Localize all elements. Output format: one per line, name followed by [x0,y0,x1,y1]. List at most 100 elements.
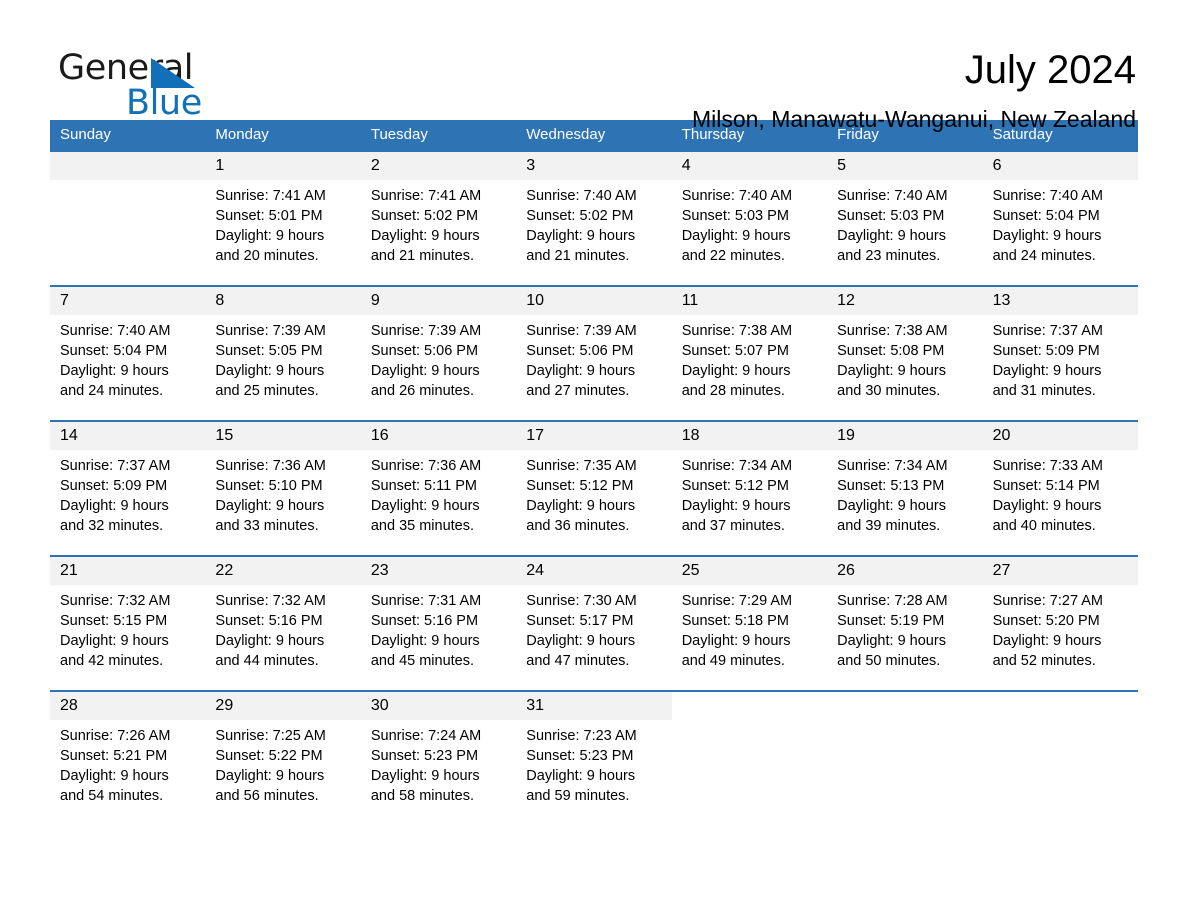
day-info: Sunrise: 7:31 AM Sunset: 5:16 PM Dayligh… [361,585,516,671]
day-info: Sunrise: 7:40 AM Sunset: 5:03 PM Dayligh… [672,180,827,266]
weekday-thursday: Thursday [681,126,745,143]
sunset-text: Sunset: 5:04 PM [60,343,168,359]
day-cell[interactable]: 29 Sunrise: 7:25 AM Sunset: 5:22 PM Dayl… [205,692,361,818]
sunrise-text: Sunrise: 7:31 AM [370,593,482,609]
day-cell[interactable]: 13 Sunrise: 7:37 AM Sunset: 5:09 PM Dayl… [982,287,1138,420]
day-cell [827,692,983,818]
day-cell[interactable]: 6 Sunrise: 7:40 AM Sunset: 5:04 PM Dayli… [982,152,1138,285]
day-cell[interactable]: 18 Sunrise: 7:34 AM Sunset: 5:12 PM Dayl… [671,422,828,555]
sunrise-text: Sunrise: 7:39 AM [215,323,326,339]
daylight-text-line2: and 27 minutes. [526,383,630,399]
daylight-text-line1: Daylight: 9 hours [681,498,791,514]
day-info: Sunrise: 7:37 AM Sunset: 5:09 PM Dayligh… [983,315,1138,401]
day-number: 12 [827,287,983,315]
day-cell[interactable]: 14 Sunrise: 7:37 AM Sunset: 5:09 PM Dayl… [50,422,206,555]
sunrise-text: Sunrise: 7:35 AM [526,458,637,474]
week-row: 14 Sunrise: 7:37 AM Sunset: 5:09 PM Dayl… [50,420,1138,555]
day-cell[interactable]: 11 Sunrise: 7:38 AM Sunset: 5:07 PM Dayl… [671,287,828,420]
day-info: Sunrise: 7:38 AM Sunset: 5:08 PM Dayligh… [827,315,982,401]
day-cell[interactable]: 5 Sunrise: 7:40 AM Sunset: 5:03 PM Dayli… [827,152,983,285]
sunrise-text: Sunrise: 7:25 AM [215,728,326,744]
sunset-text: Sunset: 5:18 PM [681,613,789,629]
daylight-text-line2: and 47 minutes. [526,653,630,669]
sunset-text: Sunset: 5:07 PM [681,343,789,359]
day-cell[interactable]: 26 Sunrise: 7:28 AM Sunset: 5:19 PM Dayl… [827,557,983,690]
day-cell[interactable]: 12 Sunrise: 7:38 AM Sunset: 5:08 PM Dayl… [827,287,983,420]
daylight-text-line2: and 25 minutes. [215,383,319,399]
sunset-text: Sunset: 5:14 PM [992,478,1100,494]
day-cell[interactable]: 3 Sunrise: 7:40 AM Sunset: 5:02 PM Dayli… [516,152,672,285]
day-cell[interactable]: 25 Sunrise: 7:29 AM Sunset: 5:18 PM Dayl… [671,557,828,690]
week-row: 21 Sunrise: 7:32 AM Sunset: 5:15 PM Dayl… [50,555,1138,690]
day-cell[interactable]: 9 Sunrise: 7:39 AM Sunset: 5:06 PM Dayli… [360,287,517,420]
day-number [827,692,983,720]
day-cell[interactable]: 4 Sunrise: 7:40 AM Sunset: 5:03 PM Dayli… [671,152,828,285]
sunrise-text: Sunrise: 7:40 AM [837,188,948,204]
day-number: 2 [360,152,517,180]
day-number: 14 [50,422,206,450]
sunset-text: Sunset: 5:06 PM [370,343,479,359]
sunset-text: Sunset: 5:19 PM [837,613,945,629]
day-cell[interactable]: 10 Sunrise: 7:39 AM Sunset: 5:06 PM Dayl… [516,287,672,420]
day-info: Sunrise: 7:39 AM Sunset: 5:06 PM Dayligh… [361,315,516,401]
general-blue-logo: General Blue [50,46,250,126]
day-info: Sunrise: 7:33 AM Sunset: 5:14 PM Dayligh… [983,450,1138,536]
day-info: Sunrise: 7:37 AM Sunset: 5:09 PM Dayligh… [50,450,205,536]
day-cell[interactable]: 2 Sunrise: 7:41 AM Sunset: 5:02 PM Dayli… [360,152,517,285]
weekday-wednesday: Wednesday [526,126,606,143]
daylight-text-line1: Daylight: 9 hours [215,768,325,784]
sunrise-text: Sunrise: 7:39 AM [526,323,637,339]
daylight-text-line1: Daylight: 9 hours [681,228,791,244]
sunset-text: Sunset: 5:16 PM [215,613,323,629]
day-number: 4 [671,152,828,180]
day-number: 27 [982,557,1138,585]
day-info: Sunrise: 7:34 AM Sunset: 5:12 PM Dayligh… [672,450,827,536]
day-cell[interactable]: 23 Sunrise: 7:31 AM Sunset: 5:16 PM Dayl… [360,557,517,690]
day-cell[interactable] [50,152,206,285]
day-cell[interactable]: 19 Sunrise: 7:34 AM Sunset: 5:13 PM Dayl… [827,422,983,555]
daylight-text-line2: and 32 minutes. [60,518,164,534]
sunset-text: Sunset: 5:17 PM [526,613,634,629]
day-cell[interactable]: 22 Sunrise: 7:32 AM Sunset: 5:16 PM Dayl… [205,557,361,690]
day-cell[interactable]: 15 Sunrise: 7:36 AM Sunset: 5:10 PM Dayl… [205,422,361,555]
day-cell[interactable]: 31 Sunrise: 7:23 AM Sunset: 5:23 PM Dayl… [516,692,672,818]
daylight-text-line2: and 31 minutes. [992,383,1096,399]
daylight-text-line1: Daylight: 9 hours [837,228,946,244]
sunset-text: Sunset: 5:12 PM [526,478,634,494]
sunset-text: Sunset: 5:05 PM [215,343,323,359]
sunrise-text: Sunrise: 7:34 AM [681,458,793,474]
day-cell[interactable]: 17 Sunrise: 7:35 AM Sunset: 5:12 PM Dayl… [516,422,672,555]
week-row: 7 Sunrise: 7:40 AM Sunset: 5:04 PM Dayli… [50,285,1138,420]
day-number: 31 [516,692,672,720]
page-title: July 2024 [964,48,1136,92]
day-cell [671,692,828,818]
day-cell[interactable]: 7 Sunrise: 7:40 AM Sunset: 5:04 PM Dayli… [50,287,206,420]
day-cell[interactable]: 20 Sunrise: 7:33 AM Sunset: 5:14 PM Dayl… [982,422,1138,555]
day-cell[interactable]: 16 Sunrise: 7:36 AM Sunset: 5:11 PM Dayl… [360,422,517,555]
day-cell[interactable]: 27 Sunrise: 7:27 AM Sunset: 5:20 PM Dayl… [982,557,1138,690]
day-cell[interactable]: 21 Sunrise: 7:32 AM Sunset: 5:15 PM Dayl… [50,557,206,690]
daylight-text-line2: and 22 minutes. [681,248,785,264]
sunrise-text: Sunrise: 7:40 AM [526,188,637,204]
daylight-text-line1: Daylight: 9 hours [837,363,946,379]
daylight-text-line2: and 35 minutes. [370,518,475,534]
day-info: Sunrise: 7:40 AM Sunset: 5:04 PM Dayligh… [50,315,205,401]
day-cell[interactable]: 24 Sunrise: 7:30 AM Sunset: 5:17 PM Dayl… [516,557,672,690]
daylight-text-line2: and 21 minutes. [526,248,630,264]
sunset-text: Sunset: 5:20 PM [992,613,1100,629]
day-info: Sunrise: 7:27 AM Sunset: 5:20 PM Dayligh… [983,585,1138,671]
daylight-text-line2: and 24 minutes. [992,248,1096,264]
daylight-text-line2: and 56 minutes. [215,788,319,804]
day-info: Sunrise: 7:34 AM Sunset: 5:13 PM Dayligh… [827,450,982,536]
sunrise-text: Sunrise: 7:24 AM [370,728,482,744]
day-info: Sunrise: 7:24 AM Sunset: 5:23 PM Dayligh… [361,720,516,806]
day-cell[interactable]: 8 Sunrise: 7:39 AM Sunset: 5:05 PM Dayli… [205,287,361,420]
daylight-text-line1: Daylight: 9 hours [681,363,791,379]
day-cell[interactable]: 1 Sunrise: 7:41 AM Sunset: 5:01 PM Dayli… [205,152,361,285]
daylight-text-line2: and 30 minutes. [837,383,941,399]
sunset-text: Sunset: 5:12 PM [681,478,789,494]
sunset-text: Sunset: 5:13 PM [837,478,945,494]
day-cell[interactable]: 30 Sunrise: 7:24 AM Sunset: 5:23 PM Dayl… [360,692,517,818]
day-cell[interactable]: 28 Sunrise: 7:26 AM Sunset: 5:21 PM Dayl… [50,692,206,818]
day-number: 1 [205,152,361,180]
